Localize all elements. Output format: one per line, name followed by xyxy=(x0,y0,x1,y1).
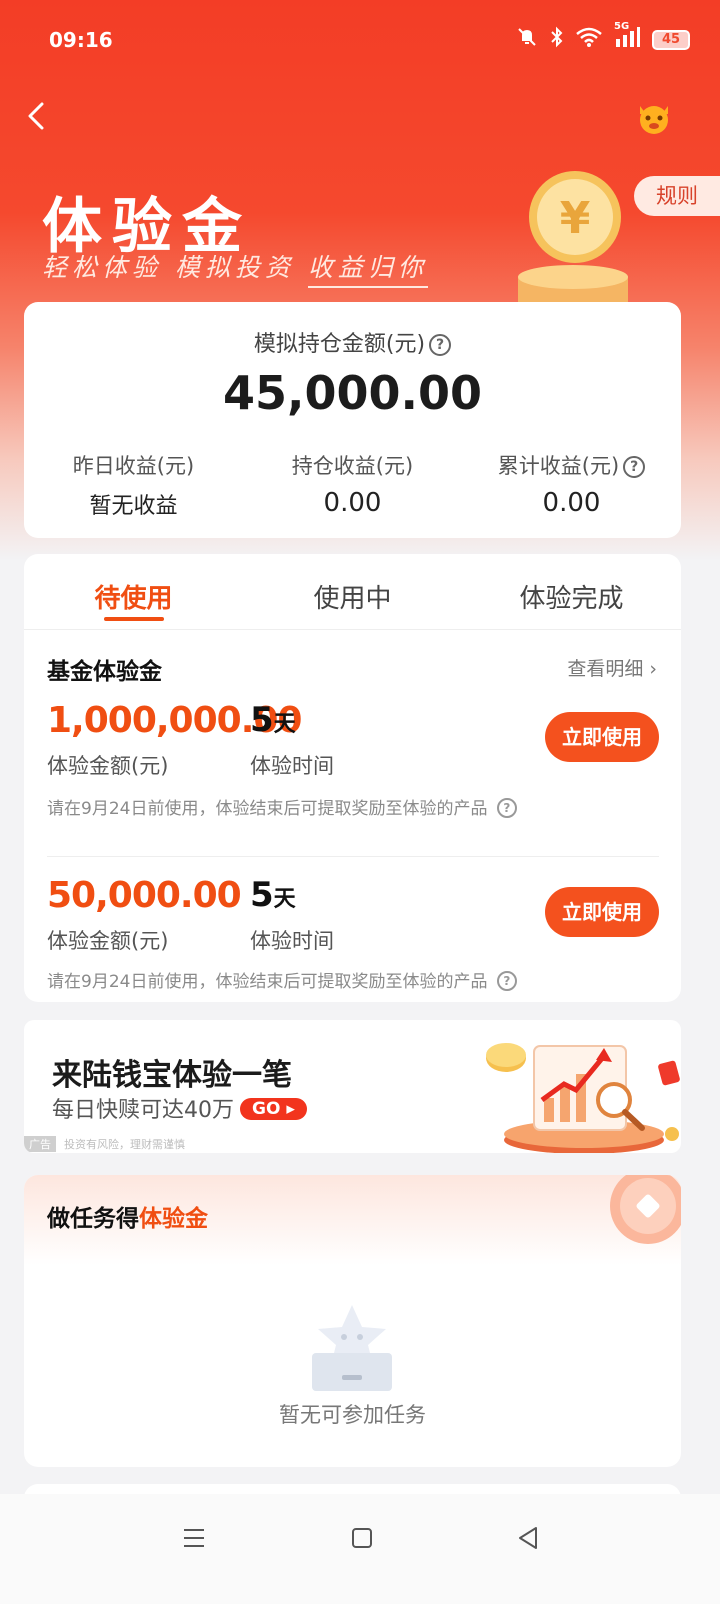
mute-icon xyxy=(516,26,538,53)
ad-banner[interactable]: 来陆钱宝体验一笔 每日快赎可达40万 GO ▸ 广告 投资有风险，理财需谨慎 xyxy=(24,1020,681,1153)
chart-growth-illustration xyxy=(464,1028,681,1153)
section-title: 基金体验金 xyxy=(47,659,162,685)
empty-state-icon xyxy=(304,1301,400,1397)
voucher-note-text: 请在9月24日前使用，体验结束后可提取奖励至体验的产品 xyxy=(47,799,488,819)
tasks-title: 做任务得体验金 xyxy=(47,1199,208,1233)
voucher-days-unit: 天 xyxy=(273,887,296,912)
voucher-days-label: 体验时间 xyxy=(250,929,334,953)
help-icon[interactable]: ? xyxy=(429,334,452,356)
help-icon[interactable]: ? xyxy=(623,456,646,478)
tasks-card: 做任务得体验金 暂无可参加任务 xyxy=(24,1175,681,1467)
view-detail-text: 查看明细 xyxy=(567,658,644,680)
menu-icon xyxy=(184,1529,204,1547)
tab-completed[interactable]: 体验完成 xyxy=(462,554,681,629)
system-nav-bar xyxy=(0,1494,720,1604)
status-time: 09:16 xyxy=(49,28,113,52)
vouchers-card: 待使用 使用中 体验完成 基金体验金 查看明细 › 1,000,000.00 体… xyxy=(24,554,681,1002)
stat-label: 累计收益(元)? xyxy=(462,450,681,480)
stat-value: 0.00 xyxy=(542,488,601,518)
voucher-days: 5天 xyxy=(250,875,296,915)
go-button[interactable]: GO ▸ xyxy=(240,1098,307,1120)
square-icon xyxy=(352,1528,372,1548)
ad-subtitle-text: 每日快赎可达40万 xyxy=(52,1098,234,1123)
use-now-button[interactable]: 立即使用 xyxy=(545,712,659,762)
home-nav-button[interactable] xyxy=(342,1518,382,1558)
voucher-amount-label: 体验金额(元) xyxy=(47,929,169,953)
voucher-days-label: 体验时间 xyxy=(250,754,334,778)
view-detail-link[interactable]: 查看明细 › xyxy=(567,654,657,681)
wifi-icon xyxy=(576,27,602,52)
tasks-title-text: 做任务得 xyxy=(47,1206,139,1232)
help-icon[interactable]: ? xyxy=(496,971,517,991)
ad-title: 来陆钱宝体验一笔 xyxy=(52,1058,292,1093)
status-bar: 09:16 5G 45 xyxy=(0,0,720,80)
voucher-days-unit: 天 xyxy=(273,712,296,737)
network-type: 5G xyxy=(614,21,630,32)
subtitle-highlight: 收益归你 xyxy=(307,253,428,288)
stat-holding: 持仓收益(元) 0.00 xyxy=(243,450,462,520)
voucher-tabs: 待使用 使用中 体验完成 xyxy=(24,554,681,630)
tab-in-use[interactable]: 使用中 xyxy=(243,554,462,629)
stat-label-text: 累计收益(元) xyxy=(497,454,620,478)
subtitle-text: 轻松体验 模拟投资 xyxy=(42,253,308,282)
chevron-right-icon: › xyxy=(649,658,657,680)
tab-pending[interactable]: 待使用 xyxy=(24,554,243,629)
voucher-item: 1,000,000.00 体验金额(元) 5天 体验时间 立即使用 请在9月24… xyxy=(47,694,659,854)
page-subtitle: 轻松体验 模拟投资 收益归你 xyxy=(42,248,428,288)
tasks-title-highlight: 体验金 xyxy=(139,1206,208,1232)
triangle-back-icon xyxy=(519,1527,537,1549)
rules-button[interactable]: 规则 xyxy=(634,176,720,216)
ad-tag: 广告 xyxy=(24,1136,56,1152)
voucher-amount-label: 体验金额(元) xyxy=(47,754,169,778)
stat-label: 昨日收益(元) xyxy=(72,454,195,478)
menu-nav-button[interactable] xyxy=(174,1518,214,1558)
svg-text:¥: ¥ xyxy=(560,193,591,244)
voucher-amount: 50,000.00 xyxy=(47,875,242,916)
battery-icon: 45 xyxy=(652,29,690,50)
empty-state-text: 暂无可参加任务 xyxy=(279,1403,426,1427)
status-icons: 5G 45 xyxy=(516,21,690,53)
holdings-summary-card: 模拟持仓金额(元)? 45,000.00 昨日收益(元) 暂无收益 持仓收益(元… xyxy=(24,302,681,538)
coin-illustration: ¥ xyxy=(515,165,645,305)
voucher-days: 5天 xyxy=(250,700,296,740)
coin-decoration-icon xyxy=(607,1175,681,1247)
stat-yesterday: 昨日收益(元) 暂无收益 xyxy=(24,450,243,520)
voucher-days-value: 5 xyxy=(250,700,274,740)
voucher-note: 请在9月24日前使用，体验结束后可提取奖励至体验的产品 ? xyxy=(47,967,517,992)
signal-icon: 5G xyxy=(614,21,640,52)
stat-value: 0.00 xyxy=(323,488,382,518)
ad-subtitle: 每日快赎可达40万 GO ▸ xyxy=(52,1092,307,1124)
bluetooth-icon xyxy=(550,26,564,53)
ad-disclaimer: 投资有风险，理财需谨慎 xyxy=(64,1138,185,1151)
voucher-note-text: 请在9月24日前使用，体验结束后可提取奖励至体验的产品 xyxy=(47,972,488,992)
chevron-left-icon xyxy=(28,102,44,130)
holdings-amount: 45,000.00 xyxy=(223,366,482,420)
back-nav-button[interactable] xyxy=(508,1518,548,1558)
holdings-label: 模拟持仓金额(元)? xyxy=(24,326,681,358)
stat-label: 持仓收益(元) xyxy=(291,454,414,478)
mascot-icon[interactable] xyxy=(634,98,674,138)
voucher-days-value: 5 xyxy=(250,875,274,915)
earnings-stats: 昨日收益(元) 暂无收益 持仓收益(元) 0.00 累计收益(元)? 0.00 xyxy=(24,450,681,520)
voucher-note: 请在9月24日前使用，体验结束后可提取奖励至体验的产品 ? xyxy=(47,794,517,819)
help-icon[interactable]: ? xyxy=(496,798,517,818)
holdings-label-text: 模拟持仓金额(元) xyxy=(253,332,426,357)
stat-cumulative: 累计收益(元)? 0.00 xyxy=(462,450,681,520)
stat-value: 暂无收益 xyxy=(89,494,178,519)
back-button[interactable] xyxy=(20,98,60,138)
voucher-item: 50,000.00 体验金额(元) 5天 体验时间 立即使用 请在9月24日前使… xyxy=(47,856,659,1016)
use-now-button[interactable]: 立即使用 xyxy=(545,887,659,937)
go-label: GO xyxy=(252,1099,281,1119)
